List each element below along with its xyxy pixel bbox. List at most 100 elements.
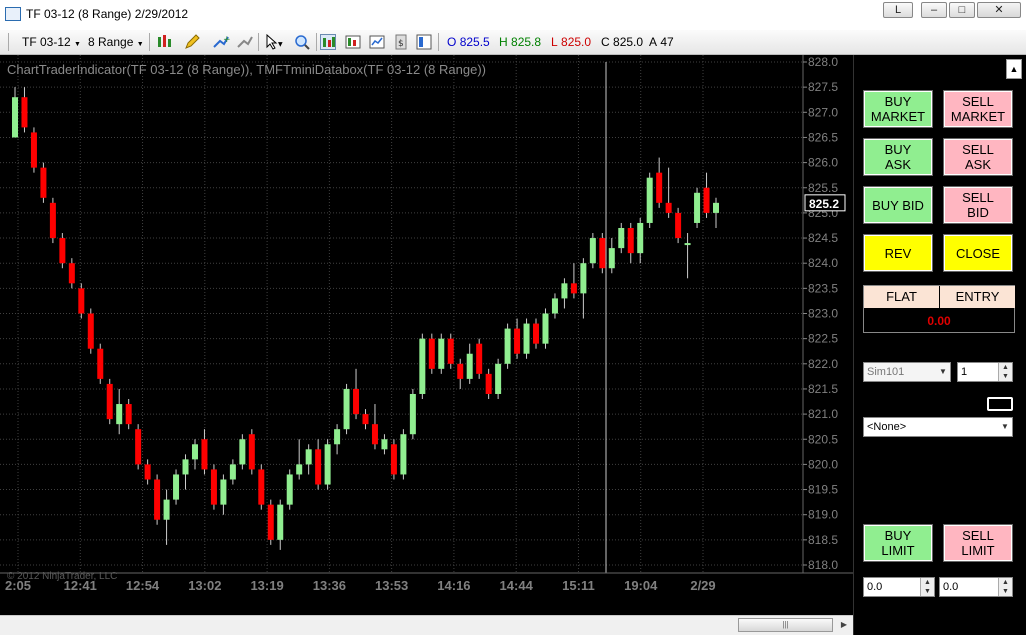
position-flat-label: FLAT (864, 286, 939, 308)
minimize-button[interactable]: – (921, 2, 947, 18)
candle-body (533, 323, 540, 344)
horizontal-scrollbar[interactable]: ||| ▶ (0, 615, 853, 635)
drawing-pencil-icon[interactable] (184, 34, 200, 50)
buy-bid-button[interactable]: BUY BID (863, 186, 933, 224)
candle-body (627, 227, 634, 254)
candle-body (68, 263, 75, 284)
y-tick-label: 819.5 (808, 483, 838, 497)
quantity-stepper[interactable]: 1 ▲ ▼ (957, 362, 1013, 382)
candle-body (542, 313, 549, 344)
y-tick-label: 826.5 (808, 130, 838, 144)
period-label: 8 Range (88, 35, 134, 49)
candle-body (665, 202, 672, 213)
candle-body (675, 212, 682, 239)
candle-body (353, 388, 360, 415)
buy-market-button[interactable]: BUY MARKET (863, 90, 933, 128)
atm-strategy-select[interactable]: <None> ▼ (863, 417, 1013, 437)
stepper-arrows-icon[interactable]: ▲ ▼ (998, 363, 1012, 381)
chart-area[interactable]: 828.0 827.5 827.0 826.5 826.0 825.5 825.0 824.5… (0, 55, 853, 635)
toolbar-grip (8, 33, 9, 51)
y-tick-label: 820.5 (808, 432, 838, 446)
candle-body (466, 353, 473, 379)
candle-body (485, 373, 492, 394)
data-box-icon[interactable] (345, 34, 361, 50)
candle-body (703, 187, 710, 213)
x-tick-label: 14:16 (437, 578, 470, 593)
sell-bid-button[interactable]: SELL BID (943, 186, 1013, 224)
chart-properties-icon[interactable] (369, 34, 385, 50)
candle-body (87, 313, 94, 349)
stepper-arrows-icon[interactable]: ▲ ▼ (920, 578, 934, 596)
candle-body (324, 444, 331, 485)
candle-body (551, 298, 558, 314)
price-chart[interactable]: 828.0827.5827.0826.5826.0825.5825.0824.5… (0, 55, 853, 615)
ohlc-close: C 825.0 (601, 35, 644, 49)
ohlc-open: O 825.5 (447, 35, 490, 49)
zoom-icon[interactable] (294, 34, 310, 50)
scroll-right-icon[interactable]: ▶ (836, 618, 852, 632)
add-strategy-icon[interactable] (236, 34, 253, 50)
y-tick-label: 823.5 (808, 281, 838, 295)
candle-body (504, 328, 511, 364)
scrollbar-thumb[interactable]: ||| (738, 618, 833, 632)
sell-ask-button[interactable]: SELL ASK (943, 138, 1013, 176)
x-tick-label: 15:11 (562, 578, 595, 593)
candle-body (201, 439, 208, 470)
x-tick-label: 13:53 (375, 578, 408, 593)
maximize-button[interactable]: □ (949, 2, 975, 18)
sell-limit-button[interactable]: SELL LIMIT (943, 524, 1013, 562)
candle-body (277, 504, 284, 540)
candle-body (362, 414, 369, 425)
add-indicator-icon[interactable]: + (212, 34, 231, 50)
properties-grid-icon[interactable] (416, 34, 432, 50)
chevron-down-icon: ▼ (939, 367, 947, 376)
candle-body (570, 283, 577, 294)
limit-sell-price-field[interactable]: 0.0 ▲ ▼ (939, 577, 1013, 597)
candle-body (305, 449, 312, 465)
candle-body (248, 434, 255, 470)
position-entry-label: ENTRY (940, 286, 1015, 308)
chart-style-icon[interactable] (156, 34, 172, 50)
stepper-arrows-icon[interactable]: ▲ ▼ (998, 578, 1012, 596)
y-tick-label: 825.5 (808, 181, 838, 195)
limit-buy-price-field[interactable]: 0.0 ▲ ▼ (863, 577, 935, 597)
last-price-label: 825.2 (809, 197, 839, 211)
candle-body (97, 348, 104, 379)
scroll-up-icon[interactable]: ▲ (1006, 59, 1022, 79)
account-select[interactable]: Sim101 ▼ (863, 362, 951, 382)
close-window-button[interactable]: ✕ (977, 2, 1021, 18)
candle-body (229, 464, 236, 480)
y-tick-label: 818.0 (808, 558, 838, 572)
ohlc-ask: A 47 (649, 35, 674, 49)
snapshot-icon[interactable]: $ (393, 34, 409, 50)
candle-body (608, 248, 615, 269)
candle-body (173, 474, 180, 500)
candle-body (343, 388, 350, 430)
y-tick-label: 820.0 (808, 457, 838, 471)
pnl-value: 0.00 (927, 314, 951, 328)
reverse-button[interactable]: REV (863, 234, 933, 272)
close-position-button[interactable]: CLOSE (943, 234, 1013, 272)
candle-body (210, 469, 217, 505)
svg-text:$: $ (398, 39, 404, 49)
x-tick-label: 13:02 (188, 578, 221, 593)
buy-ask-button[interactable]: BUY ASK (863, 138, 933, 176)
instrument-selector[interactable]: TF 03-12 ▼ (22, 35, 81, 49)
order-color-swatch[interactable] (987, 397, 1013, 411)
candle-body (637, 222, 644, 254)
x-tick-label: 13:36 (313, 578, 346, 593)
sell-market-button[interactable]: SELL MARKET (943, 90, 1013, 128)
candle-body (400, 434, 407, 475)
buy-limit-button[interactable]: BUY LIMIT (863, 524, 933, 562)
toolbar-separator (316, 33, 317, 51)
cursor-pointer-icon[interactable]: ▼ (264, 33, 283, 50)
candle-body (30, 132, 37, 168)
candle-body (135, 429, 142, 465)
y-tick-label: 826.0 (808, 156, 838, 170)
toolbar-separator (438, 33, 439, 51)
candle-body (125, 404, 132, 425)
chart-trader-icon[interactable] (320, 34, 336, 50)
candle-body (694, 192, 701, 223)
period-selector[interactable]: 8 Range ▼ (88, 35, 144, 49)
l-button[interactable]: L (883, 2, 913, 18)
